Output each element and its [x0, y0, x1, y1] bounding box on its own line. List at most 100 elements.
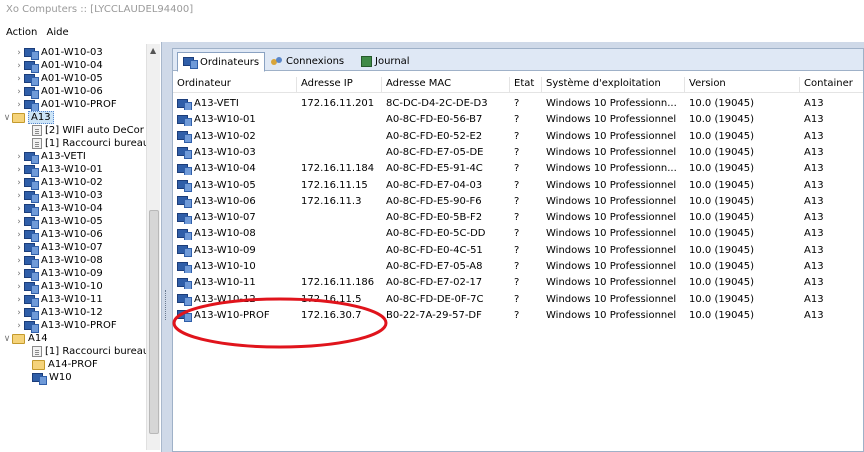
table-cell-container: A13 [804, 309, 824, 321]
table-row[interactable]: A13-W10-02 A0-8C-FD-E0-52-E2? Windows 10 P… [173, 130, 863, 143]
column-header-container[interactable]: Container [800, 77, 863, 93]
table-row[interactable]: A13-W10-05 172.16.11.15 A0-8C-FD-E7-04-03?… [173, 179, 863, 192]
table-cell-container: A13 [804, 163, 824, 175]
tree-item[interactable]: › A01-W10-PROF [14, 98, 117, 112]
table-row[interactable]: A13-VETI 172.16.11.201 8C-DC-D4-2C-DE-D3? W… [173, 97, 863, 110]
table-row[interactable]: A13-W10-03 A0-8C-FD-E7-05-DE? Windows 10 P… [173, 146, 863, 159]
tree-item[interactable]: › A13-W10-08 [14, 254, 103, 268]
tree-item[interactable]: A14-PROF [22, 358, 98, 371]
expand-arrow-icon[interactable]: › [14, 204, 24, 214]
tree-item[interactable]: › A13-W10-02 [14, 176, 103, 190]
expand-arrow-icon[interactable]: › [14, 269, 24, 279]
column-header-mac[interactable]: Adresse MAC [382, 77, 510, 93]
computer-name: A13-W10-05 [194, 179, 256, 191]
expand-arrow-icon[interactable]: › [14, 87, 24, 97]
column-header-version[interactable]: Version [685, 77, 800, 93]
tree-item[interactable]: [1] Raccourci bureau [22, 345, 149, 358]
computer-icon [24, 164, 39, 177]
tree-item[interactable]: › A13-W10-06 [14, 228, 103, 242]
expand-arrow-icon[interactable]: › [14, 230, 24, 240]
tree-item[interactable]: › A01-W10-06 [14, 85, 103, 99]
expand-arrow-icon[interactable]: › [14, 48, 24, 58]
table-row[interactable]: A13-W10-PROF 172.16.30.7 B0-22-7A-29-57-DF… [173, 309, 863, 322]
expand-arrow-icon[interactable]: › [14, 217, 24, 227]
column-header-os[interactable]: Système d'exploitation [542, 77, 685, 93]
tree-item[interactable]: › A01-W10-03 [14, 46, 103, 60]
menu-aide[interactable]: Aide [45, 24, 73, 38]
tree-item-label: A13-W10-11 [41, 294, 103, 305]
computer-icon [24, 47, 39, 60]
scrollbar-thumb[interactable] [149, 210, 159, 434]
tree-item[interactable]: ∨ A14 [2, 332, 48, 345]
expand-arrow-icon[interactable]: › [14, 152, 24, 162]
tree-item-label: A13-W10-09 [41, 268, 103, 279]
expand-arrow-icon[interactable]: › [14, 243, 24, 253]
tree-item[interactable]: W10 [22, 371, 72, 385]
tree-scrollbar[interactable]: ▲ [146, 44, 160, 450]
table-row[interactable]: A13-W10-09 A0-8C-FD-E0-4C-51? Windows 10 P… [173, 244, 863, 257]
table-cell-mac: A0-8C-FD-E7-05-A8 [386, 261, 483, 272]
collapse-arrow-icon[interactable]: ∨ [2, 113, 12, 123]
table-cell-container: A13 [804, 130, 824, 142]
column-header-ip[interactable]: Adresse IP [297, 77, 382, 93]
tree-item[interactable]: › A13-W10-05 [14, 215, 103, 229]
collapse-arrow-icon[interactable]: ∨ [2, 334, 12, 344]
table-row[interactable]: A13-W10-04 172.16.11.184 A0-8C-FD-E5-91-4C… [173, 162, 863, 176]
table-cell-version: 10.0 (19045) [689, 163, 755, 175]
expand-arrow-icon[interactable]: › [14, 191, 24, 201]
splitter-grip[interactable] [165, 290, 167, 320]
expand-arrow-icon[interactable]: › [14, 74, 24, 84]
table-row[interactable]: A13-W10-01 A0-8C-FD-E0-56-B7? Windows 10 P… [173, 113, 863, 127]
expand-arrow-icon[interactable]: › [14, 178, 24, 188]
tree-item[interactable]: › A13-W10-11 [14, 293, 103, 307]
tree-item[interactable]: ∨ A13 [2, 111, 54, 124]
column-header-ordinateur[interactable]: Ordinateur [173, 77, 297, 93]
scroll-up-icon[interactable]: ▲ [150, 46, 156, 55]
table-row[interactable]: A13-W10-08 A0-8C-FD-E0-5C-DD? Windows 10 P… [173, 227, 863, 241]
table-row[interactable]: A13-W10-10 A0-8C-FD-E7-05-A8? Windows 10 P… [173, 260, 863, 273]
table-cell-ordinateur: A13-W10-08 [177, 227, 297, 241]
tree-item[interactable]: › A01-W10-05 [14, 72, 103, 86]
column-header-etat[interactable]: Etat [510, 77, 542, 93]
table-cell-ip: 172.16.11.15 [301, 179, 368, 191]
pane-splitter[interactable] [162, 42, 172, 452]
tree-item-label: A13-W10-04 [41, 203, 103, 214]
expand-arrow-icon[interactable]: › [14, 100, 24, 110]
expand-arrow-icon[interactable]: › [14, 165, 24, 175]
table-cell-ordinateur: A13-W10-11 [177, 276, 297, 290]
table-row[interactable]: A13-W10-12 172.16.11.5 A0-8C-FD-DE-0F-7C? W… [173, 293, 863, 306]
tree-item[interactable]: [2] WIFI auto DeCor [22, 124, 144, 137]
tree-item[interactable]: › A13-W10-03 [14, 189, 103, 203]
expand-arrow-icon[interactable]: › [14, 282, 24, 292]
tree-item[interactable]: › A13-W10-PROF [14, 319, 117, 333]
menu-action[interactable]: Action [0, 24, 41, 38]
tree-item[interactable]: › A13-W10-12 [14, 306, 103, 320]
tree-item[interactable]: › A13-W10-07 [14, 241, 103, 255]
tab-connexions[interactable]: Connexions [265, 52, 350, 71]
tree-item-label: A01-W10-PROF [41, 99, 117, 110]
computer-icon [177, 228, 192, 241]
tree-pane[interactable]: › A01-W10-03 › A01-W10-04 › A01-W10-05 › A01-W1… [0, 42, 162, 452]
table-cell-ordinateur: A13-W10-09 [177, 244, 297, 257]
computer-icon [24, 177, 39, 190]
tree-item[interactable]: › A13-W10-04 [14, 202, 103, 216]
tree-item[interactable]: › A13-W10-09 [14, 267, 103, 281]
expand-arrow-icon[interactable]: › [14, 61, 24, 71]
table-cell-mac: A0-8C-FD-E7-05-DE [386, 146, 484, 158]
computer-icon [177, 131, 192, 143]
tab-journal[interactable]: Journal [355, 52, 416, 71]
table-row[interactable]: A13-W10-06 172.16.11.3 A0-8C-FD-E5-90-F6? W… [173, 195, 863, 208]
expand-arrow-icon[interactable]: › [14, 256, 24, 266]
table-row[interactable]: A13-W10-07 A0-8C-FD-E0-5B-F2? Windows 10 P… [173, 211, 863, 225]
expand-arrow-icon[interactable]: › [14, 321, 24, 331]
tree-item[interactable]: [1] Raccourci bureau [22, 137, 149, 150]
tree-item[interactable]: › A13-W10-01 [14, 163, 103, 177]
table-row[interactable]: A13-W10-11 172.16.11.186 A0-8C-FD-E7-02-17… [173, 276, 863, 290]
computer-icon [177, 180, 192, 192]
tree-item[interactable]: › A01-W10-04 [14, 59, 103, 73]
tree-item[interactable]: › A13-W10-10 [14, 280, 103, 294]
expand-arrow-icon[interactable]: › [14, 295, 24, 305]
tab-ordinateurs[interactable]: Ordinateurs [177, 52, 266, 72]
tree-item[interactable]: › A13-VETI [14, 150, 86, 164]
expand-arrow-icon[interactable]: › [14, 308, 24, 318]
